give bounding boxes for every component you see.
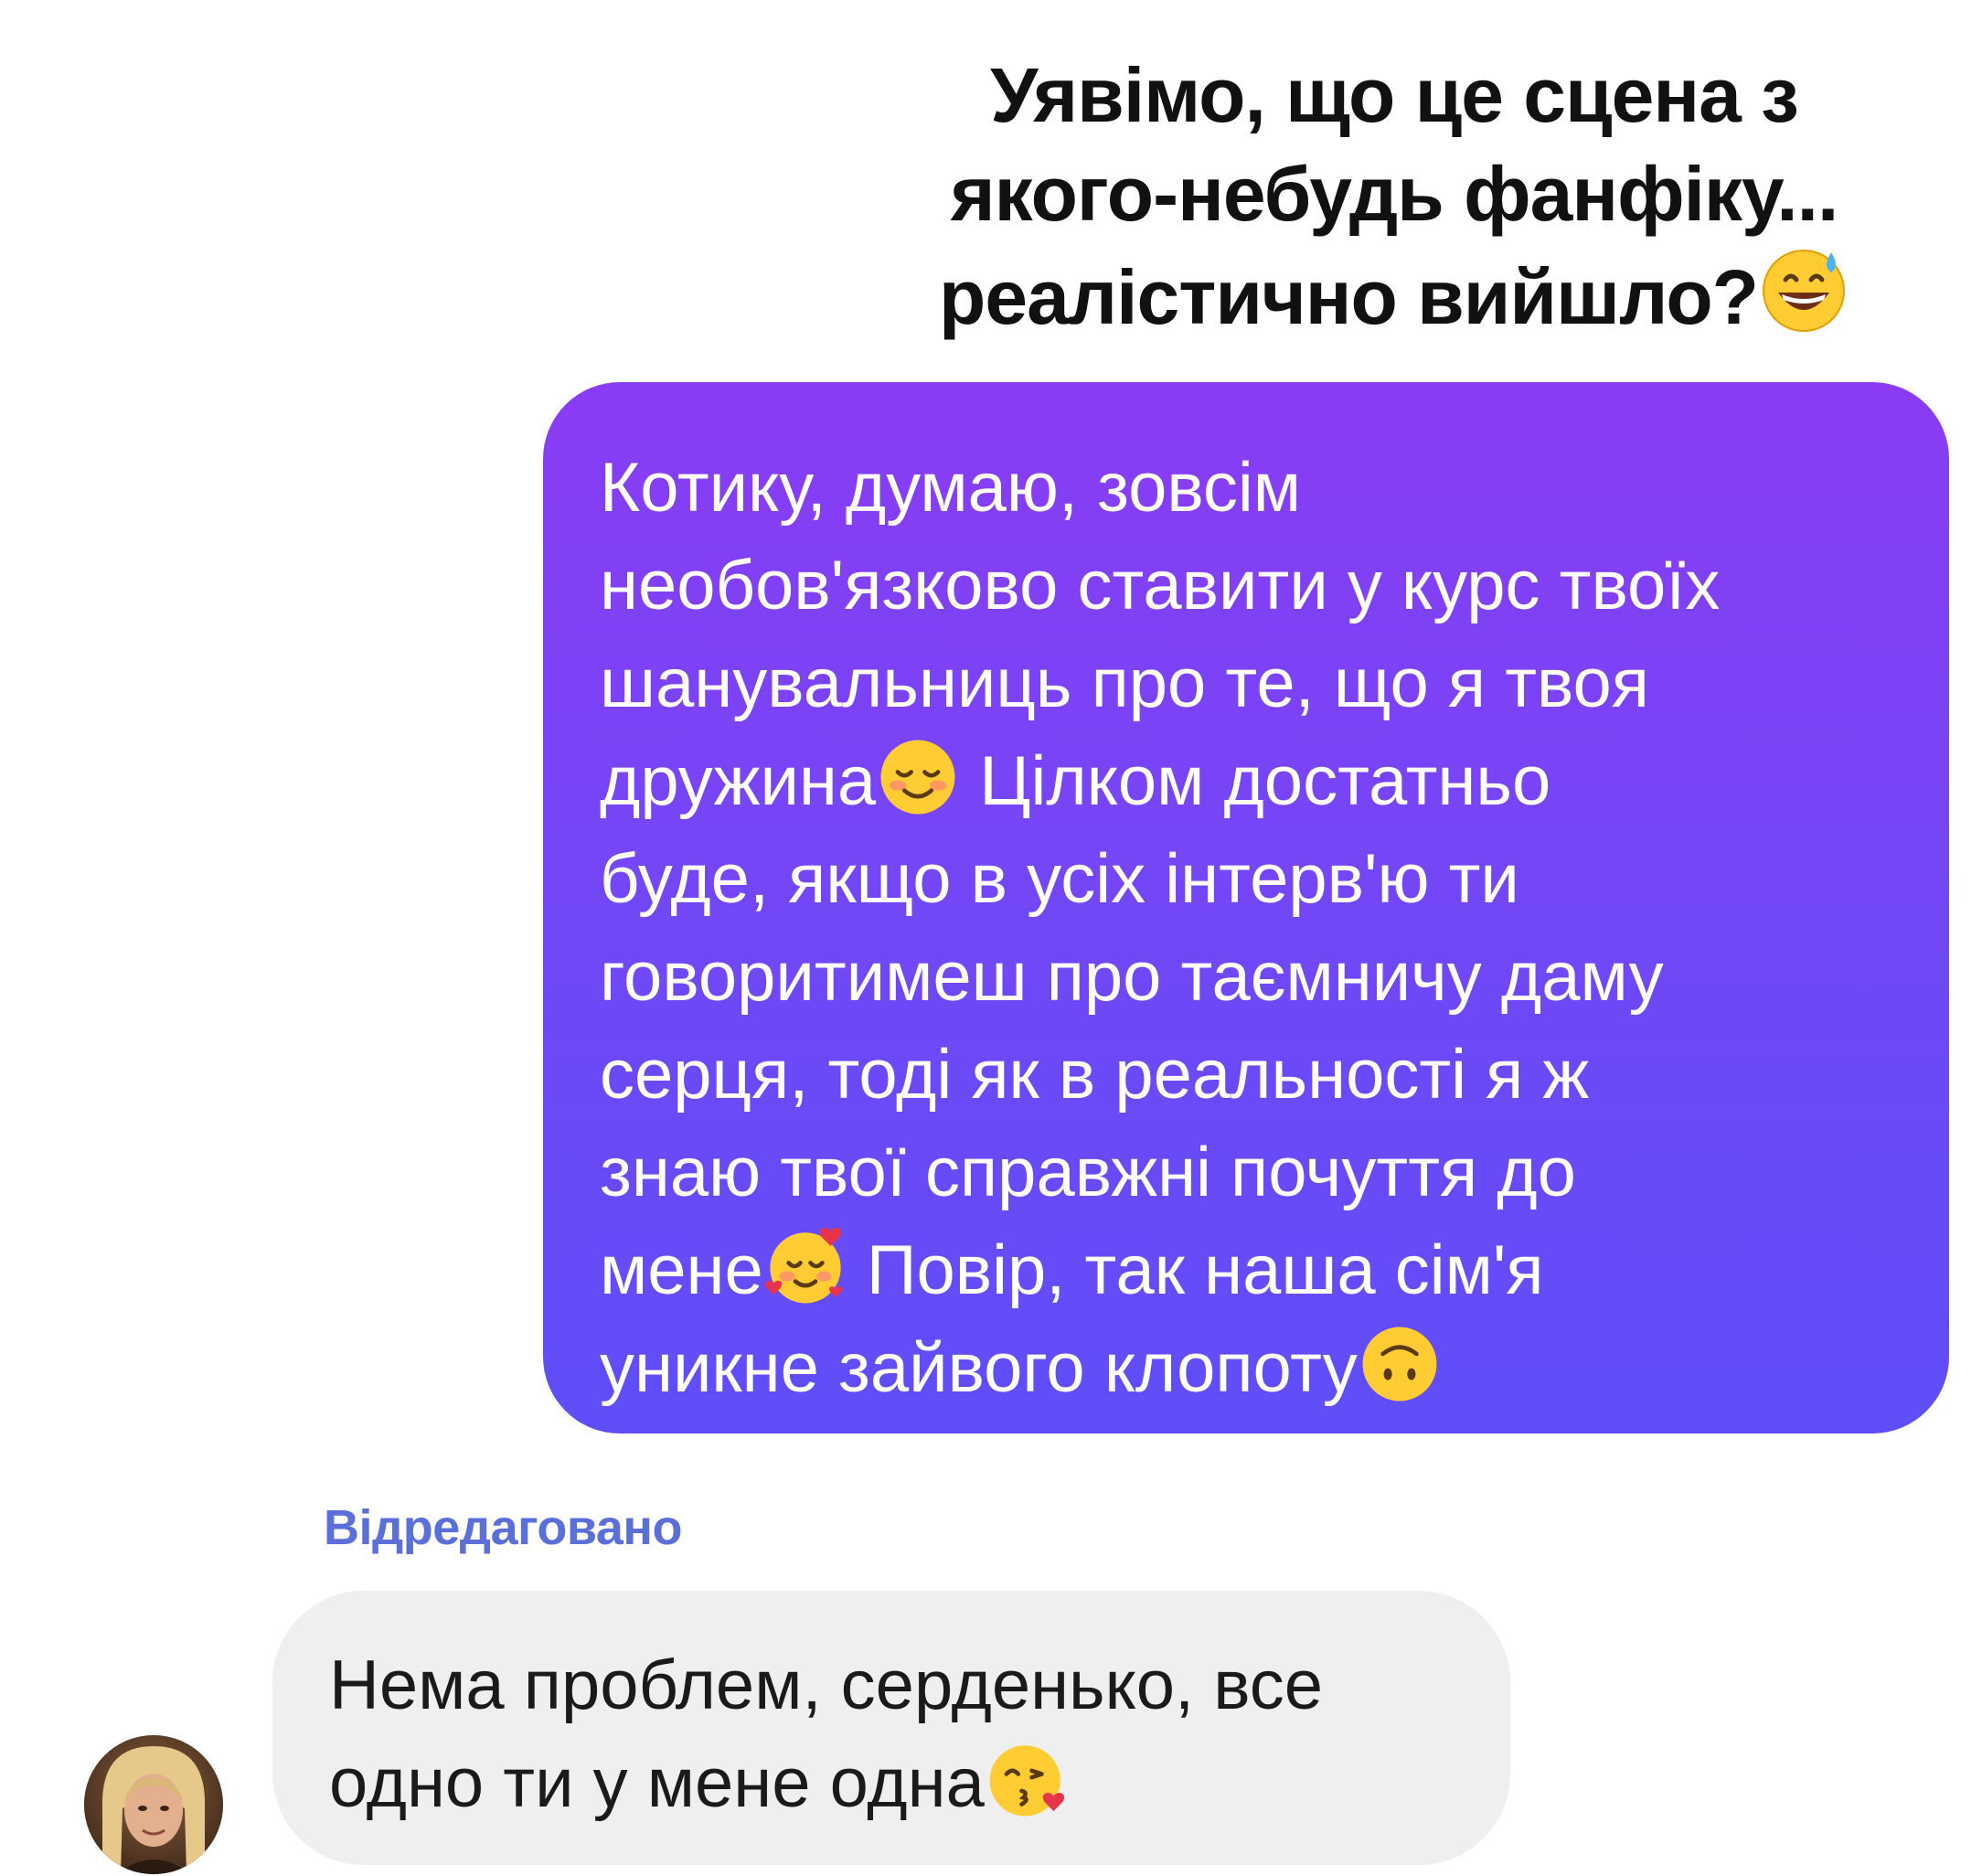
outgoing-line: шанувальниць про те, що я твоя: [600, 645, 1649, 722]
incoming-line-text: одно ти у мене одна: [329, 1744, 985, 1822]
smiling-hearts-icon: [764, 1227, 843, 1304]
avatar[interactable]: [84, 1735, 223, 1874]
outgoing-line: серця, тоді як в реальності я ж: [600, 1036, 1590, 1114]
outgoing-line-text: Повір, так наша сім'я: [847, 1231, 1544, 1309]
outgoing-line-with-emoji: мене Повір, так наша сім'я: [600, 1221, 1894, 1319]
outgoing-line: знаю твої справжні почуття до: [600, 1134, 1576, 1211]
outgoing-line: Котику, думаю, зовсім: [600, 449, 1302, 527]
outgoing-line-with-emoji: дружина Цілком достатньо: [600, 732, 1894, 830]
smiling-blush-icon: [880, 740, 955, 815]
edited-label: Відредаговано: [324, 1500, 683, 1555]
kissing-heart-icon: [989, 1745, 1064, 1817]
grinning-sweat-icon: [1762, 250, 1845, 332]
outgoing-line-text: мене: [600, 1231, 763, 1309]
incoming-line: Нема проблем, серденько, все: [329, 1647, 1324, 1724]
outgoing-line-with-emoji: уникне зайвого клопоту: [600, 1319, 1894, 1417]
outgoing-line: буде, якщо в усіх інтерв'ю ти: [600, 840, 1519, 918]
caption-line-1: Уявімо, що це сцена з: [990, 52, 1799, 138]
outgoing-line: говоритимеш про таємничу даму: [600, 938, 1664, 1016]
caption-overlay: Уявімо, що це сцена з якого-небудь фанфі…: [868, 37, 1920, 367]
outgoing-message-bubble[interactable]: Котику, думаю, зовсім необов'язково став…: [543, 382, 1949, 1434]
outgoing-line-text: уникне зайвого клопоту: [600, 1329, 1358, 1407]
incoming-message-bubble[interactable]: Нема проблем, серденько, все одно ти у м…: [272, 1591, 1510, 1865]
upside-down-face-icon: [1362, 1327, 1437, 1402]
outgoing-line-text: дружина: [600, 742, 877, 820]
outgoing-line-text: Цілком достатньо: [960, 742, 1551, 820]
outgoing-line: необов'язково ставити у курс твоїх: [600, 547, 1721, 624]
caption-line-3-text: реалістично вийшло?: [939, 254, 1759, 340]
incoming-line-with-emoji: одно ти у мене одна: [329, 1734, 1455, 1832]
caption-line-2: якого-небудь фанфіку...: [950, 151, 1839, 237]
avatar-photo-icon: [84, 1735, 223, 1874]
caption-line-3: реалістично вийшло?: [868, 243, 1920, 346]
